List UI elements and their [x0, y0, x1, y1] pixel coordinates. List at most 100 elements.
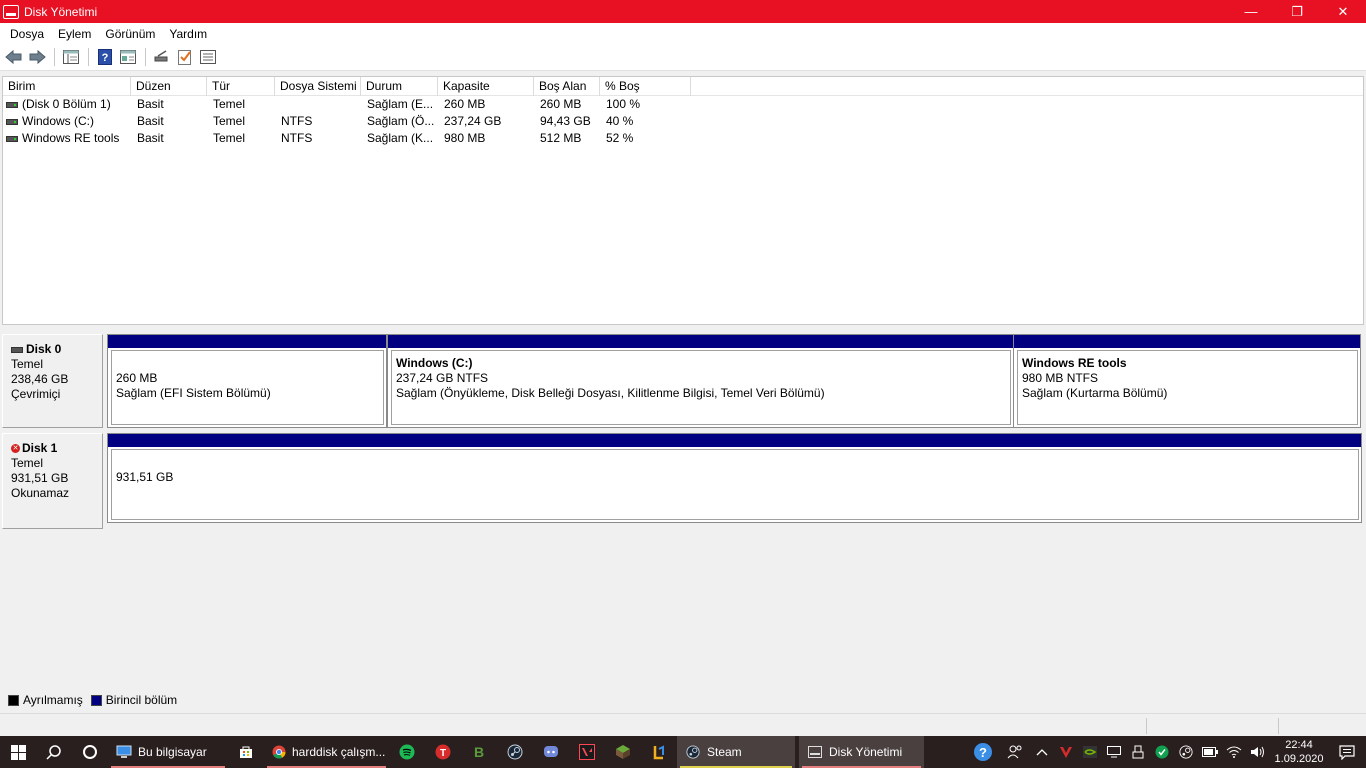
volume-free-space: 94,43 GB	[540, 114, 591, 128]
valorant-icon[interactable]	[569, 736, 605, 768]
volume-icon[interactable]	[1246, 736, 1270, 768]
table-row[interactable]: Windows RE tools Basit Temel NTFS Sağlam…	[3, 130, 1363, 147]
discord-icon[interactable]	[533, 736, 569, 768]
column-percent-free[interactable]: % Boş	[600, 77, 691, 96]
volume-status: Sağlam (Ö...	[367, 114, 435, 128]
store-icon[interactable]	[228, 736, 264, 768]
volume-percent-free: 100 %	[606, 97, 641, 111]
column-free-space[interactable]: Boş Alan	[534, 77, 600, 96]
column-capacity[interactable]: Kapasite	[438, 77, 534, 96]
taskbar-item-this-pc[interactable]: Bu bilgisayar	[108, 736, 228, 768]
taskbar: Bu bilgisayar harddisk çalışm... T B Ste…	[0, 736, 1366, 768]
volume-type: Temel	[213, 114, 246, 128]
minecraft-icon[interactable]	[605, 736, 641, 768]
disk-state: Okunamaz	[11, 486, 70, 500]
spotify-icon[interactable]	[389, 736, 425, 768]
partition-status: Sağlam (EFI Sistem Bölümü)	[116, 386, 271, 400]
column-type[interactable]: Tür	[207, 77, 275, 96]
checklist-icon[interactable]	[175, 47, 195, 67]
menu-help[interactable]: Yardım	[162, 27, 214, 41]
launcher-icon[interactable]	[641, 736, 677, 768]
disk-size: 238,46 GB	[11, 372, 69, 386]
nvidia-icon[interactable]	[1078, 736, 1102, 768]
help-icon[interactable]: ?	[95, 47, 115, 67]
partition-bar	[388, 335, 1013, 348]
battery-icon[interactable]	[1198, 736, 1222, 768]
wifi-icon[interactable]	[1222, 736, 1246, 768]
volume-percent-free: 40 %	[606, 114, 634, 128]
cortana-icon[interactable]	[72, 736, 108, 768]
app-b-icon[interactable]: B	[461, 736, 497, 768]
column-file-system[interactable]: Dosya Sistemi	[275, 77, 361, 96]
taskbar-item-chrome[interactable]: harddisk çalışm...	[264, 736, 389, 768]
disk-management-icon	[3, 4, 19, 19]
close-button[interactable]: ✕	[1320, 0, 1366, 23]
volume-status: Sağlam (E...	[367, 97, 434, 111]
volume-icon	[6, 118, 18, 125]
volume-layout: Basit	[137, 97, 164, 111]
svg-text:B: B	[474, 744, 484, 760]
start-windows-icon[interactable]	[0, 736, 36, 768]
partition-size: 980 MB NTFS	[1022, 371, 1099, 385]
people-icon[interactable]	[1000, 736, 1030, 768]
partition-bar	[1014, 335, 1360, 348]
disk-type: Temel	[11, 456, 44, 470]
search-icon[interactable]	[36, 736, 72, 768]
steam-icon[interactable]	[497, 736, 533, 768]
steam-icon	[685, 744, 701, 760]
volume-free-space: 260 MB	[540, 97, 582, 111]
clock[interactable]: 22:44 1.09.2020	[1270, 738, 1328, 766]
partition-size: 260 MB	[116, 371, 158, 385]
menu-file[interactable]: Dosya	[3, 27, 51, 41]
partition-windows-c[interactable]: Windows (C:) 237,24 GB NTFS Sağlam (Önyü…	[387, 334, 1014, 428]
toolbar-separator	[54, 48, 55, 66]
display-settings-icon[interactable]	[1102, 736, 1126, 768]
show-console-tree-icon[interactable]	[61, 47, 81, 67]
disk-label[interactable]: Disk 0 Temel 238,46 GB Çevrimiçi	[2, 334, 103, 428]
taskbar-item-disk-management[interactable]: Disk Yönetimi	[799, 736, 924, 768]
back-arrow-icon[interactable]	[4, 47, 24, 67]
volume-icon	[6, 101, 18, 108]
table-row[interactable]: (Disk 0 Bölüm 1) Basit Temel Sağlam (E..…	[3, 96, 1363, 113]
partition-size: 237,24 GB NTFS	[396, 371, 489, 385]
app-t-icon[interactable]: T	[425, 736, 461, 768]
menu-bar: Dosya Eylem Görünüm Yardım	[0, 23, 1366, 44]
partition-disk-1[interactable]: 931,51 GB	[107, 433, 1362, 523]
table-row[interactable]: Windows (C:) Basit Temel NTFS Sağlam (Ö.…	[3, 113, 1363, 130]
taskbar-item-steam[interactable]: Steam	[677, 736, 795, 768]
partition-efi[interactable]: 260 MB Sağlam (EFI Sistem Bölümü)	[107, 334, 387, 428]
forward-arrow-icon[interactable]	[27, 47, 47, 67]
list-view-icon[interactable]	[198, 47, 218, 67]
toolbar-separator	[145, 48, 146, 66]
connect-disk-icon[interactable]	[152, 47, 172, 67]
title-bar: Disk Yönetimi — ❐ ✕	[0, 0, 1366, 23]
column-volume[interactable]: Birim	[3, 77, 131, 96]
volume-list[interactable]: Birim Düzen Tür Dosya Sistemi Durum Kapa…	[2, 76, 1364, 325]
properties-icon[interactable]	[118, 47, 138, 67]
toolbar: ?	[0, 44, 1366, 71]
steam-tray-icon[interactable]	[1174, 736, 1198, 768]
antivirus-icon[interactable]	[1054, 736, 1078, 768]
menu-view[interactable]: Görünüm	[98, 27, 162, 41]
volume-status: Sağlam (K...	[367, 131, 434, 145]
legend-item: Birincil bölüm	[90, 693, 177, 707]
disk-label[interactable]: ✕ Disk 1 Temel 931,51 GB Okunamaz	[2, 433, 103, 529]
disk-icon	[11, 346, 23, 353]
volume-percent-free: 52 %	[606, 131, 634, 145]
column-status[interactable]: Durum	[361, 77, 438, 96]
status-bar	[0, 713, 1366, 736]
volume-name: Windows RE tools	[22, 131, 120, 145]
usb-safely-remove-icon[interactable]	[1126, 736, 1150, 768]
defender-shield-icon[interactable]	[1150, 736, 1174, 768]
notification-center-icon[interactable]	[1328, 736, 1366, 768]
svg-text:T: T	[440, 748, 446, 759]
column-layout[interactable]: Düzen	[131, 77, 207, 96]
minimize-button[interactable]: —	[1228, 0, 1274, 23]
menu-action[interactable]: Eylem	[51, 27, 98, 41]
restore-button[interactable]: ❐	[1274, 0, 1320, 23]
help-icon[interactable]: ?	[966, 736, 1000, 768]
chevron-up-icon[interactable]	[1030, 736, 1054, 768]
partition-recovery[interactable]: Windows RE tools 980 MB NTFS Sağlam (Kur…	[1013, 334, 1361, 428]
legend-swatch	[90, 694, 102, 706]
partition-bar	[108, 335, 386, 348]
